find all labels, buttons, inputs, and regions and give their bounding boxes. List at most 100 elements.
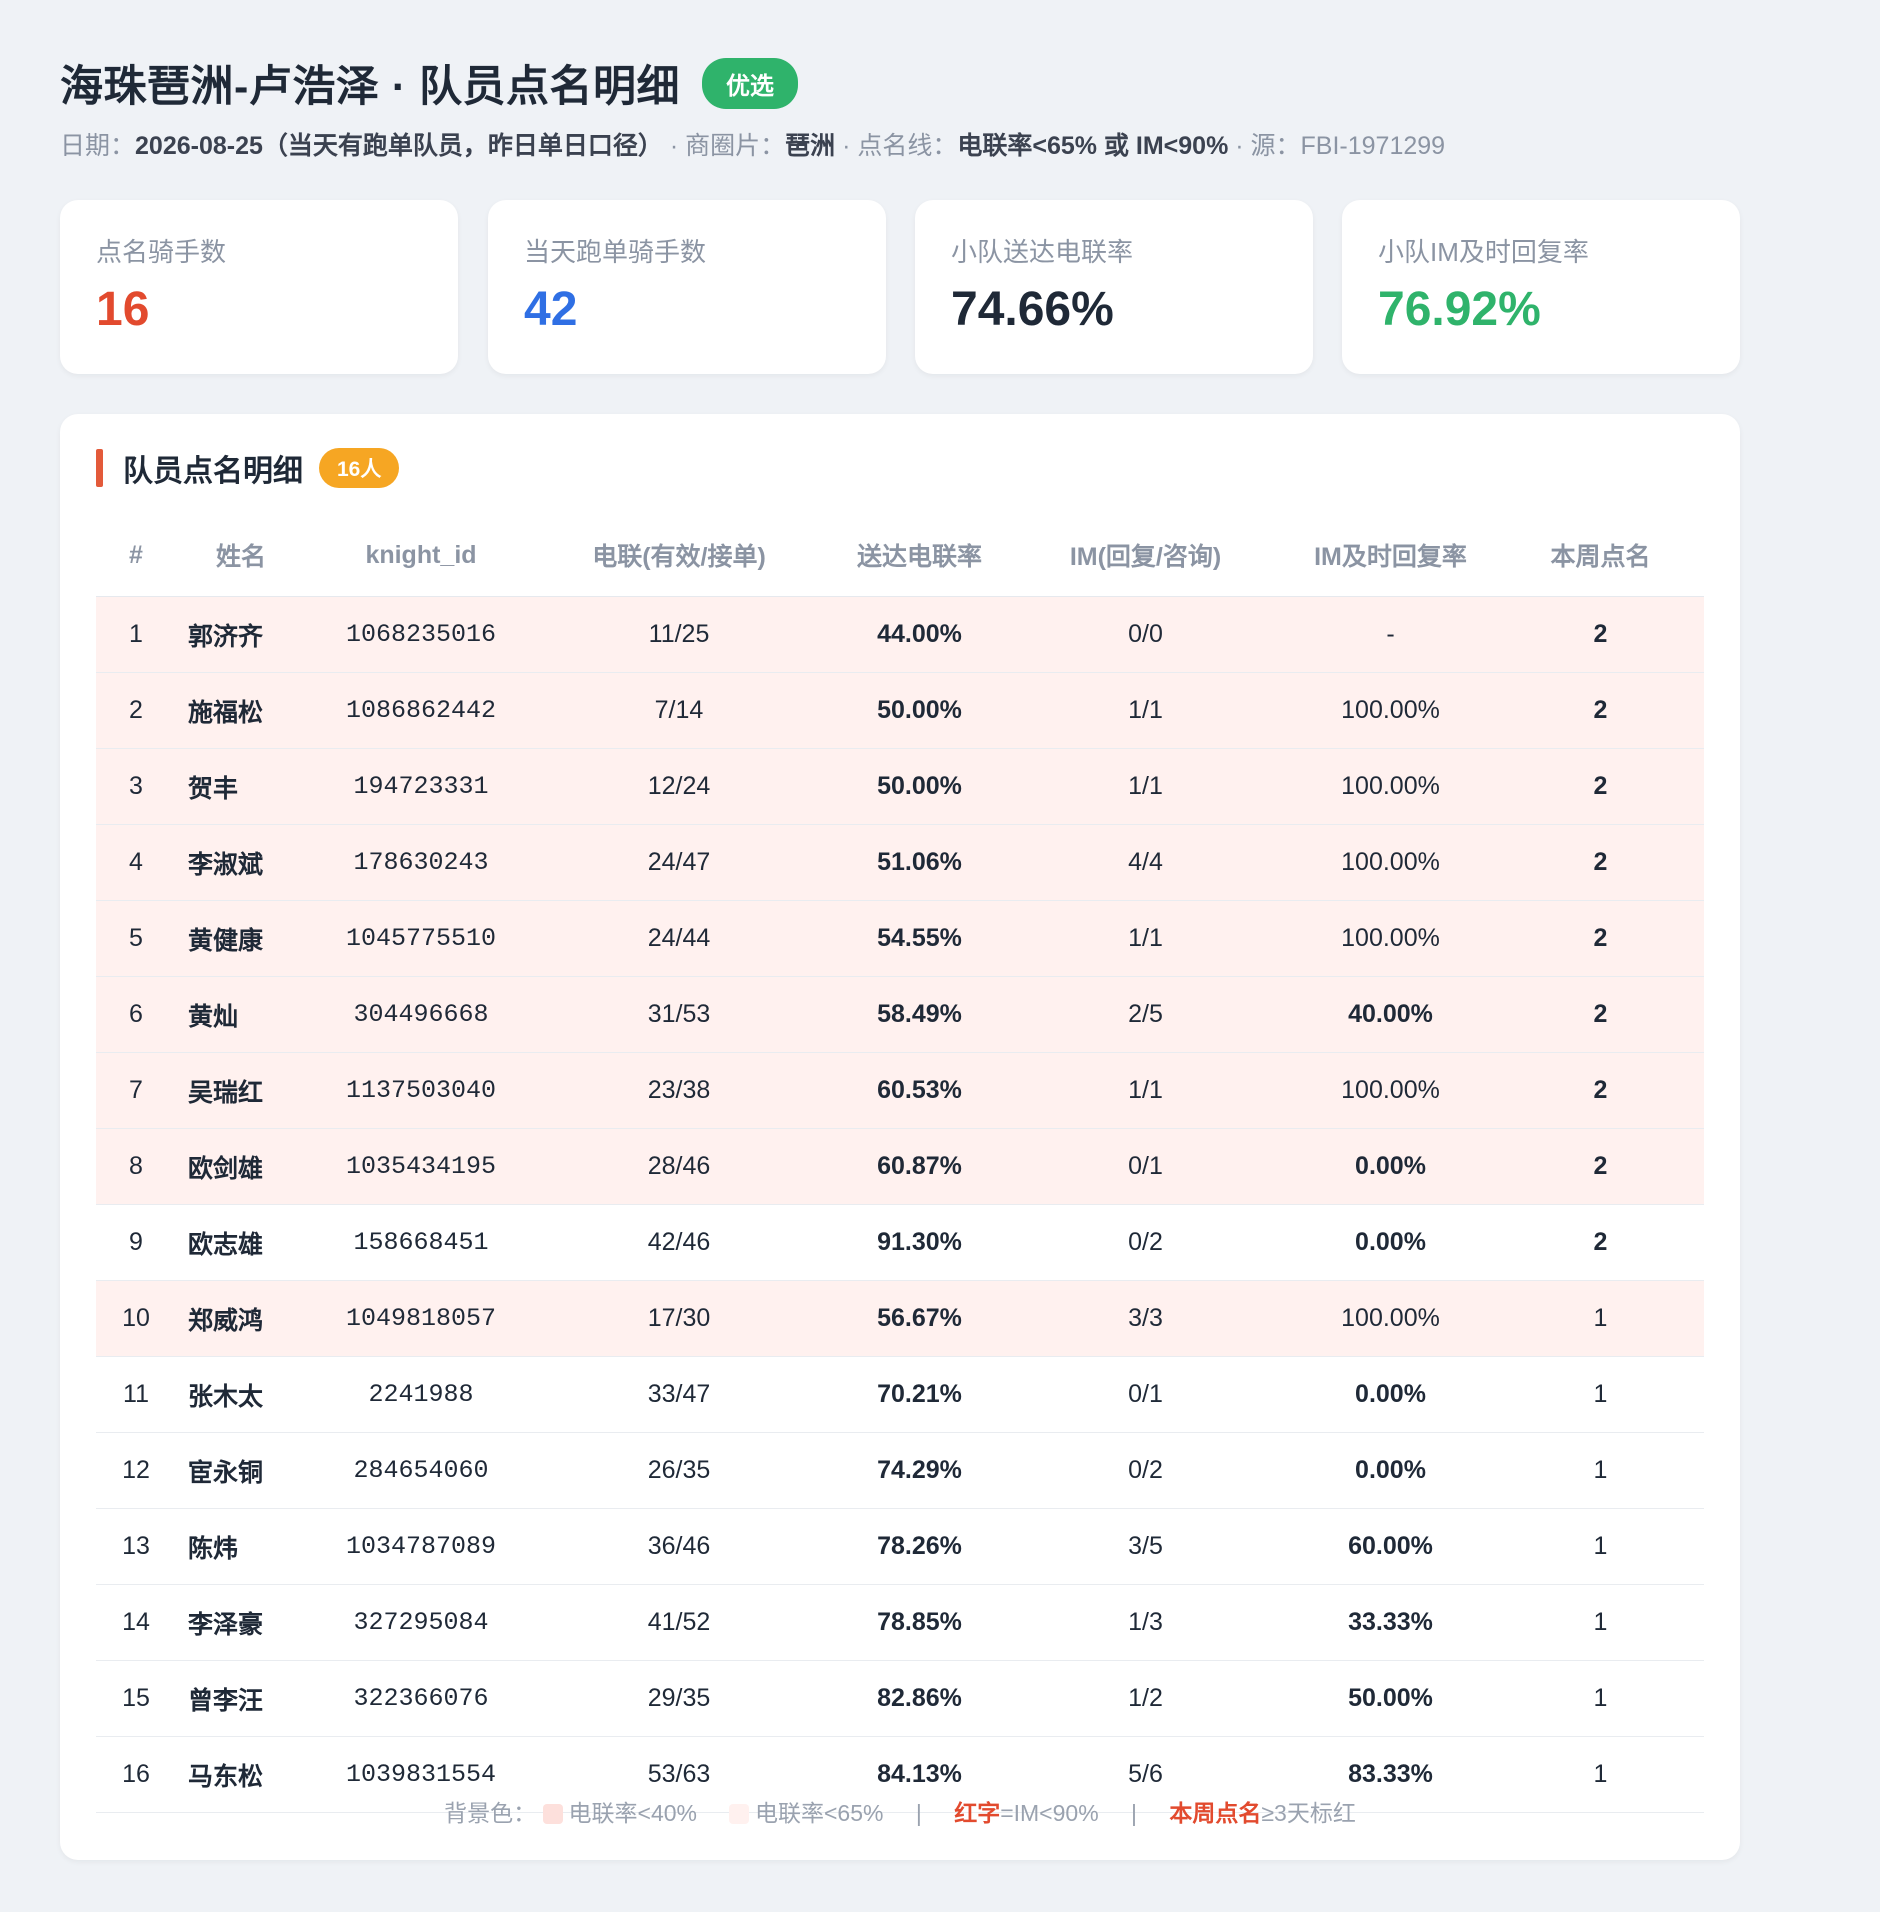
cell-im-rate: - [1284, 596, 1497, 673]
cell-name: 宦永铜 [176, 1432, 316, 1509]
cell-index: 11 [96, 1356, 176, 1433]
cell-knight-id: 158668451 [316, 1204, 526, 1281]
col-header-index[interactable]: # [96, 514, 176, 597]
col-header-call-rate[interactable]: 送达电联率 [832, 514, 1007, 597]
cell-week: 2 [1497, 748, 1704, 825]
table-row[interactable]: 8 欧剑雄 1035434195 28/46 60.87% 0/1 0.00% 2 [96, 1128, 1704, 1205]
table-row[interactable]: 12 宦永铜 284654060 26/35 74.29% 0/2 0.00% 1 [96, 1432, 1704, 1509]
source-text: · 源：FBI-1971299 [1228, 132, 1446, 160]
cell-im: 0/1 [1007, 1356, 1284, 1433]
table-row[interactable]: 7 吴瑞红 1137503040 23/38 60.53% 1/1 100.00% 2 [96, 1052, 1704, 1129]
cell-im-rate: 100.00% [1284, 1280, 1497, 1357]
table-row[interactable]: 11 张木太 2241988 33/47 70.21% 0/1 0.00% 1 [96, 1356, 1704, 1433]
stat-value: 74.66% [951, 283, 1114, 336]
cell-call-rate: 74.29% [832, 1432, 1007, 1509]
cell-name: 黄健康 [176, 900, 316, 977]
cell-knight-id: 178630243 [316, 824, 526, 901]
col-header-knight-id[interactable]: knight_id [316, 514, 526, 597]
cell-index: 2 [96, 672, 176, 749]
cell-im-rate: 60.00% [1284, 1508, 1497, 1585]
cell-calls: 31/53 [526, 976, 832, 1053]
cell-knight-id: 1086862442 [316, 672, 526, 749]
table-row[interactable]: 9 欧志雄 158668451 42/46 91.30% 0/2 0.00% 2 [96, 1204, 1704, 1281]
line-value: 电联率<65% 或 IM<90% [957, 132, 1229, 160]
cell-knight-id: 1137503040 [316, 1052, 526, 1129]
legend-swatch-low [542, 1804, 563, 1824]
cell-call-rate: 82.86% [832, 1660, 1007, 1737]
cell-im-rate: 0.00% [1284, 1356, 1497, 1433]
area-value: 琶洲 [785, 132, 836, 160]
cell-week: 2 [1497, 1128, 1704, 1205]
table-row[interactable]: 13 陈炜 1034787089 36/46 78.26% 3/5 60.00% 1 [96, 1508, 1704, 1585]
col-header-calls[interactable]: 电联(有效/接单) [526, 514, 832, 597]
cell-name: 郑威鸿 [176, 1280, 316, 1357]
date-value: 2026-08-25（当天有跑单队员，昨日单日口径） [135, 132, 663, 160]
cell-im-rate: 40.00% [1284, 976, 1497, 1053]
cell-name: 郭济齐 [176, 596, 316, 673]
legend: 背景色： 电联率<40% 电联率<65% | 红字=IM<90% | 本周点名≥… [60, 1794, 1740, 1828]
col-header-im[interactable]: IM(回复/咨询) [1007, 514, 1284, 597]
cell-call-rate: 60.87% [832, 1128, 1007, 1205]
col-header-im-rate[interactable]: IM及时回复率 [1284, 514, 1497, 597]
cell-im-rate: 33.33% [1284, 1584, 1497, 1661]
table-row[interactable]: 15 曾李汪 322366076 29/35 82.86% 1/2 50.00% 1 [96, 1660, 1704, 1737]
cell-im-rate: 100.00% [1284, 672, 1497, 749]
cell-call-rate: 56.67% [832, 1280, 1007, 1357]
cell-index: 8 [96, 1128, 176, 1205]
stat-value: 76.92% [1378, 283, 1541, 336]
table-row[interactable]: 2 施福松 1086862442 7/14 50.00% 1/1 100.00% 2 [96, 672, 1704, 749]
col-header-week[interactable]: 本周点名 [1497, 514, 1704, 597]
table-row[interactable]: 5 黄健康 1045775510 24/44 54.55% 1/1 100.00% 2 [96, 900, 1704, 977]
cell-im-rate: 100.00% [1284, 900, 1497, 977]
cell-index: 14 [96, 1584, 176, 1661]
cell-call-rate: 51.06% [832, 824, 1007, 901]
cell-call-rate: 50.00% [832, 748, 1007, 825]
cell-index: 6 [96, 976, 176, 1053]
cell-knight-id: 194723331 [316, 748, 526, 825]
table-row[interactable]: 6 黄灿 304496668 31/53 58.49% 2/5 40.00% 2 [96, 976, 1704, 1053]
legend-separator: | [915, 1800, 922, 1826]
table-row[interactable]: 3 贺丰 194723331 12/24 50.00% 1/1 100.00% 2 [96, 748, 1704, 825]
cell-knight-id: 327295084 [316, 1584, 526, 1661]
cell-im: 1/1 [1007, 748, 1284, 825]
stat-label: 点名骑手数 [96, 237, 227, 267]
stat-label: 当天跑单骑手数 [524, 237, 707, 267]
cell-call-rate: 50.00% [832, 672, 1007, 749]
table-row[interactable]: 4 李淑斌 178630243 24/47 51.06% 4/4 100.00% 2 [96, 824, 1704, 901]
page-subtitle: 日期：2026-08-25（当天有跑单队员，昨日单日口径） · 商圈片：琶洲 ·… [60, 126, 1445, 162]
stat-value: 42 [524, 283, 578, 336]
cell-name: 施福松 [176, 672, 316, 749]
cell-call-rate: 44.00% [832, 596, 1007, 673]
col-header-name[interactable]: 姓名 [176, 514, 316, 597]
area-label: · 商圈片： [662, 132, 786, 160]
cell-name: 吴瑞红 [176, 1052, 316, 1129]
cell-im: 1/1 [1007, 900, 1284, 977]
cell-knight-id: 304496668 [316, 976, 526, 1053]
cell-calls: 24/47 [526, 824, 832, 901]
cell-calls: 17/30 [526, 1280, 832, 1357]
stat-card-riders: 当天跑单骑手数 42 [488, 200, 886, 374]
cell-name: 陈炜 [176, 1508, 316, 1585]
table-row[interactable]: 14 李泽豪 327295084 41/52 78.85% 1/3 33.33% 1 [96, 1584, 1704, 1661]
cell-calls: 23/38 [526, 1052, 832, 1129]
title-row: 海珠琶洲-卢浩泽 · 队员点名明细 优选 [60, 52, 799, 114]
table-row[interactable]: 1 郭济齐 1068235016 11/25 44.00% 0/0-2 [96, 596, 1704, 673]
table-row[interactable]: 10 郑威鸿 1049818057 17/30 56.67% 3/3 100.00% 1 [96, 1280, 1704, 1357]
cell-im: 1/1 [1007, 1052, 1284, 1129]
panel-header: 队员点名明细 16人 [96, 446, 400, 490]
cell-name: 欧志雄 [176, 1204, 316, 1281]
cell-week: 2 [1497, 976, 1704, 1053]
cell-call-rate: 78.26% [832, 1508, 1007, 1585]
cell-im-rate: 0.00% [1284, 1432, 1497, 1509]
cell-call-rate: 78.85% [832, 1584, 1007, 1661]
cell-call-rate: 70.21% [832, 1356, 1007, 1433]
rollcall-table: # 姓名 knight_id 电联(有效/接单) 送达电联率 IM(回复/咨询)… [96, 514, 1704, 1813]
page-title: 海珠琶洲-卢浩泽 · 队员点名明细 [60, 63, 681, 111]
cell-calls: 7/14 [526, 672, 832, 749]
legend-swatch-mid [728, 1804, 749, 1824]
cell-knight-id: 1035434195 [316, 1128, 526, 1205]
cell-index: 3 [96, 748, 176, 825]
stat-card-im-rate: 小队IM及时回复率 76.92% [1342, 200, 1740, 374]
table-header-row: # 姓名 knight_id 电联(有效/接单) 送达电联率 IM(回复/咨询)… [96, 514, 1704, 597]
cell-im: 3/3 [1007, 1280, 1284, 1357]
